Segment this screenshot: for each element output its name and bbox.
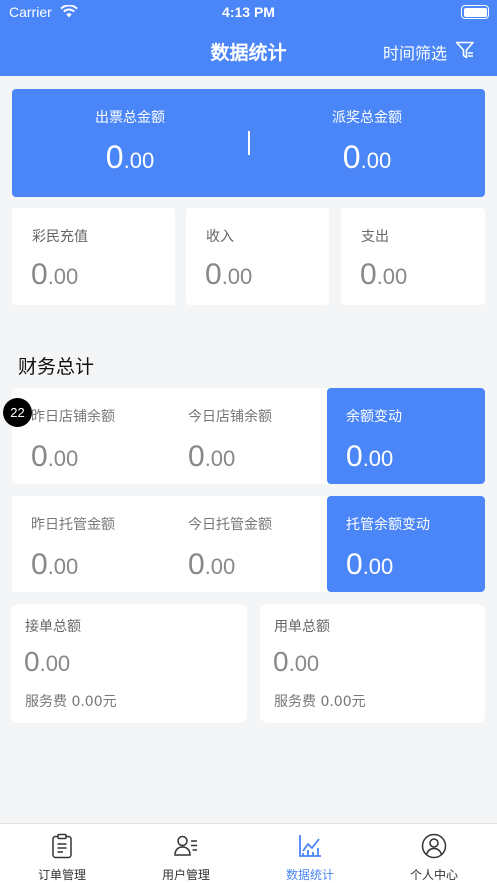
recharge-card: 彩民充值 0.00 xyxy=(12,208,175,305)
tab-users[interactable]: 用户管理 xyxy=(124,824,248,883)
used-orders-value: 0.00 xyxy=(273,646,320,677)
escrow-change-value: 0.00 xyxy=(346,548,394,581)
escrow-change: 托管余额变动 0.00 xyxy=(327,496,485,592)
used-orders-label: 用单总额 xyxy=(274,619,330,635)
ticket-summary-card: 出票总金额 0.00 派奖总金额 0.00 xyxy=(12,89,485,197)
store-balance-row: 昨日店铺余额 0.00 今日店铺余额 0.00 余额变动 0.00 xyxy=(12,388,485,484)
used-orders-card: 用单总额 0.00 服务费 0.00元 xyxy=(260,604,485,723)
tab-statistics-label: 数据统计 xyxy=(285,868,334,882)
today-escrow-label: 今日托管金额 xyxy=(188,517,272,533)
recharge-value: 0.00 xyxy=(31,258,79,291)
user-list-icon xyxy=(173,833,199,859)
balance-change: 余额变动 0.00 xyxy=(327,388,485,484)
tab-orders-label: 订单管理 xyxy=(37,868,86,882)
time-filter-button[interactable]: 时间筛选 xyxy=(383,40,475,64)
clipboard-icon xyxy=(49,833,75,859)
tab-orders[interactable]: 订单管理 xyxy=(0,824,124,883)
escrow-change-label: 托管余额变动 xyxy=(346,517,430,533)
clock: 4:13 PM xyxy=(222,4,275,20)
yesterday-store-balance-label: 昨日店铺余额 xyxy=(31,409,115,425)
balance-change-label: 余额变动 xyxy=(346,409,402,425)
expense-card: 支出 0.00 xyxy=(341,208,485,305)
notification-badge: 22 xyxy=(3,398,32,427)
nav-bar: 数据统计 时间筛选 xyxy=(0,24,497,76)
income-card: 收入 0.00 xyxy=(186,208,329,305)
finance-section-title: 财务总计 xyxy=(18,356,95,378)
received-orders-label: 接单总额 xyxy=(25,619,81,635)
prize-total: 派奖总金额 0.00 xyxy=(249,107,485,176)
received-orders-value: 0.00 xyxy=(24,646,71,677)
today-store-balance-label: 今日店铺余额 xyxy=(188,409,272,425)
income-value: 0.00 xyxy=(205,258,253,291)
received-orders-card: 接单总额 0.00 服务费 0.00元 xyxy=(11,604,247,723)
tab-profile[interactable]: 个人中心 xyxy=(372,824,497,883)
yesterday-escrow-value: 0.00 xyxy=(31,548,79,581)
profile-icon xyxy=(421,833,447,859)
time-filter-label: 时间筛选 xyxy=(382,44,447,63)
recharge-label: 彩民充值 xyxy=(32,229,88,245)
tab-bar: 订单管理 用户管理 数据统计 个人中心 xyxy=(0,823,497,883)
tab-users-label: 用户管理 xyxy=(161,868,210,882)
used-orders-fee: 服务费 0.00元 xyxy=(274,694,366,710)
filter-icon xyxy=(455,41,475,63)
ticket-total-label: 出票总金额 xyxy=(95,110,165,126)
chart-icon xyxy=(297,833,323,859)
tab-statistics[interactable]: 数据统计 xyxy=(248,824,372,883)
ticket-total-value: 0.00 xyxy=(105,139,155,175)
ticket-total: 出票总金额 0.00 xyxy=(12,107,248,176)
received-orders-fee: 服务费 0.00元 xyxy=(25,694,117,710)
yesterday-escrow-label: 昨日托管金额 xyxy=(31,517,115,533)
yesterday-escrow: 昨日托管金额 0.00 xyxy=(12,496,170,592)
today-escrow-value: 0.00 xyxy=(188,548,236,581)
yesterday-store-balance: 昨日店铺余额 0.00 xyxy=(12,388,170,484)
escrow-row: 昨日托管金额 0.00 今日托管金额 0.00 托管余额变动 0.00 xyxy=(12,496,485,592)
expense-label: 支出 xyxy=(361,229,389,245)
prize-total-value: 0.00 xyxy=(342,139,392,175)
yesterday-store-balance-value: 0.00 xyxy=(31,440,79,473)
expense-value: 0.00 xyxy=(360,258,408,291)
today-store-balance-value: 0.00 xyxy=(188,440,236,473)
status-bar: Carrier 4:13 PM xyxy=(0,0,497,24)
today-store-balance: 今日店铺余额 0.00 xyxy=(169,388,327,484)
battery-icon xyxy=(461,5,489,19)
income-label: 收入 xyxy=(206,229,234,245)
tab-profile-label: 个人中心 xyxy=(409,868,458,882)
today-escrow: 今日托管金额 0.00 xyxy=(169,496,327,592)
balance-change-value: 0.00 xyxy=(346,440,394,473)
prize-total-label: 派奖总金额 xyxy=(332,110,402,126)
